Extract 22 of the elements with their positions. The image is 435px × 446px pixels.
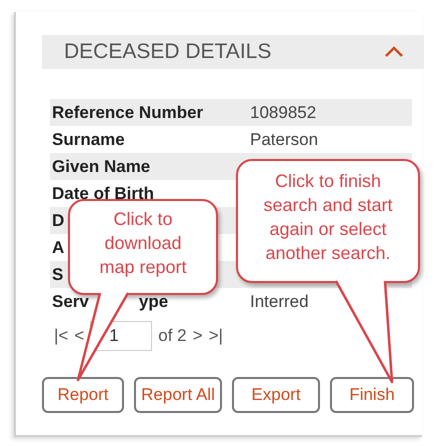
field-label: Given Name — [52, 156, 150, 178]
field-value: Interred — [250, 290, 309, 313]
field-label: A — [52, 236, 64, 259]
section-title: DECEASED DETAILS — [64, 39, 272, 66]
next-page-button[interactable]: > — [192, 323, 203, 349]
field-label: Reference Number — [52, 102, 204, 124]
report-all-button[interactable]: Report All — [134, 377, 222, 413]
finish-button[interactable]: Finish — [330, 377, 414, 413]
chevron-up-icon[interactable] — [384, 46, 404, 58]
field-label: S — [52, 264, 64, 286]
report-button[interactable]: Report — [42, 377, 124, 413]
callout: Click to finish search and start again or select another search. — [236, 159, 420, 283]
section-header[interactable]: DECEASED DETAILS — [42, 35, 424, 69]
field-label: D — [52, 210, 64, 232]
first-page-button[interactable]: |< — [54, 323, 68, 349]
field-label: Surname — [52, 128, 125, 151]
previous-page-button[interactable]: < — [74, 323, 84, 349]
field-value: Paterson — [250, 128, 318, 151]
last-page-button[interactable]: >| — [208, 323, 223, 349]
page-count: of 2 — [158, 325, 187, 348]
export-button[interactable]: Export — [232, 377, 320, 413]
field-value: 1089852 — [250, 102, 316, 124]
